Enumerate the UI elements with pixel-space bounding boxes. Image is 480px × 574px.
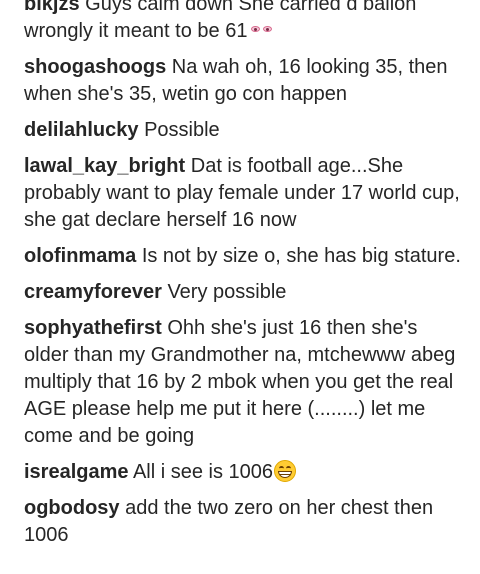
comment-username[interactable]: olofinmama [24,245,136,267]
comment: sophyathefirst Ohh she's just 16 then sh… [24,315,464,450]
comment: creamyforever Very possible [24,279,464,306]
comment: ogbodosy add the two zero on her chest t… [24,495,464,549]
grinning-face-icon [274,460,297,482]
comment-username[interactable]: sophyathefirst [24,317,162,339]
comment: isrealgame All i see is 1006 [24,459,464,486]
comment: shoogashoogs Na wah oh, 16 looking 35, t… [24,54,464,108]
comment-text: Possible [144,119,220,141]
comment-text: Very possible [167,281,287,303]
comment-username[interactable]: delilahlucky [24,119,139,141]
comment: delilahlucky Possible [24,117,464,144]
comment-text: All i see is 1006 [132,461,274,483]
comment: lawal_kay_bright Dat is football age...S… [24,153,464,234]
comment-username[interactable]: creamyforever [24,281,162,303]
comment-list: blkjzs Guys calm down She carried d ball… [24,0,464,558]
comment-username[interactable]: isrealgame [24,461,129,483]
comment-username[interactable]: ogbodosy [24,497,120,519]
comment-text: Is not by size o, she has big stature. [141,245,461,267]
comment: olofinmama Is not by size o, she has big… [24,243,464,270]
comment-username[interactable]: blkjzs [24,0,80,15]
comment-username[interactable]: shoogashoogs [24,56,166,78]
comment-text: Guys calm down She carried d ballon wron… [24,0,417,42]
comment: blkjzs Guys calm down She carried d ball… [24,0,464,45]
eyes-icon [251,24,273,36]
comment-username[interactable]: lawal_kay_bright [24,155,185,177]
